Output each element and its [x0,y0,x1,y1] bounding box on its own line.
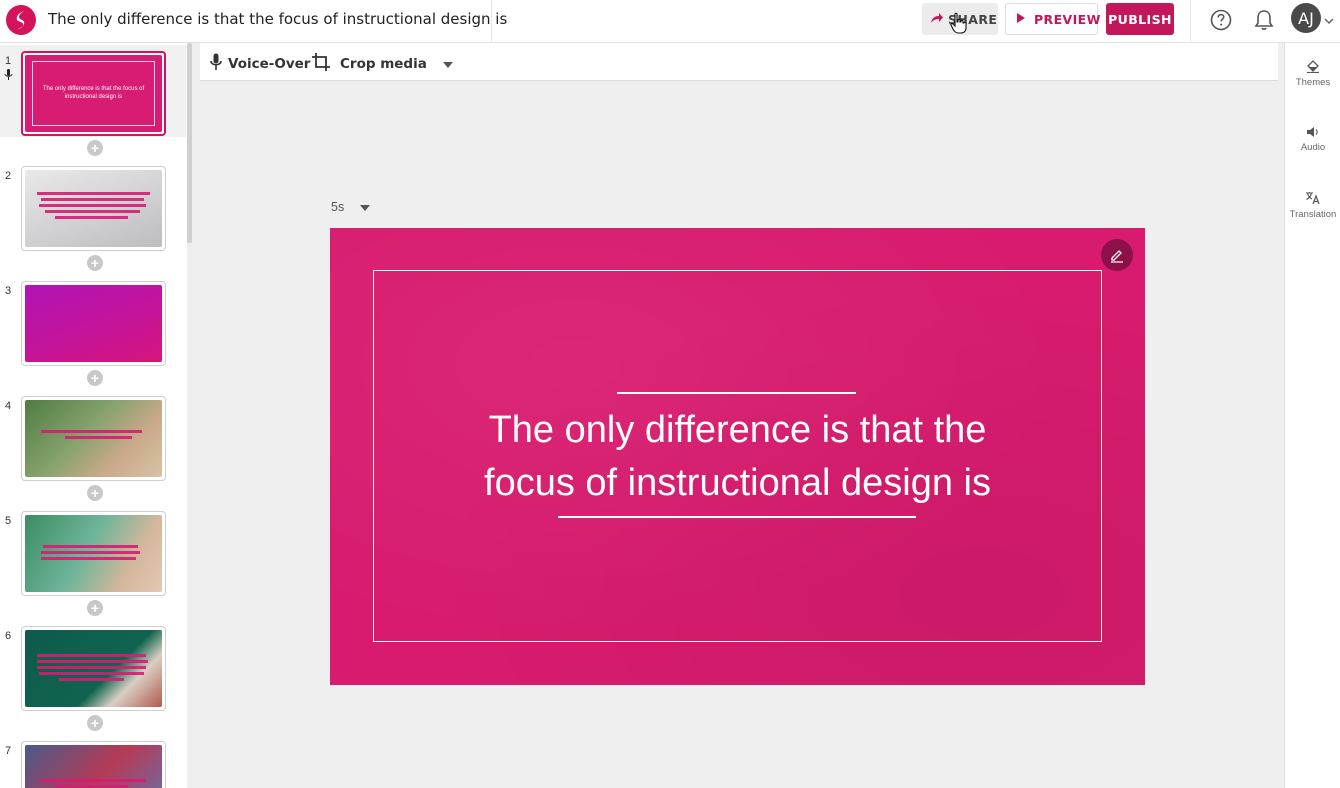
caret-down-icon [360,200,371,214]
slide-preview [25,400,162,477]
crop-media-label: Crop media [340,56,427,72]
add-slide-button[interactable]: + [87,600,103,616]
slide-preview [25,515,162,592]
bell-icon[interactable] [1251,7,1277,33]
paint-bucket-icon [1285,59,1340,73]
slide-thumb-frame [21,396,166,481]
top-bar: The only difference is that the focus of… [0,0,1340,43]
crop-icon [312,53,330,75]
slide-thumbnail[interactable]: 2 [0,160,186,252]
slide-thumbnail[interactable]: 4 [0,390,186,482]
add-slide-button[interactable]: + [87,370,103,386]
slide-thumbnail[interactable]: 5 [0,505,186,597]
translation-label: Translation [1289,209,1337,220]
slide-thumb-frame [21,511,166,596]
themes-label: Themes [1295,77,1331,88]
slide-thumbnail[interactable]: 6 [0,620,186,712]
document-title[interactable]: The only difference is that the focus of… [48,10,507,28]
duration-value: 5s [331,200,345,214]
microphone-icon [210,53,222,75]
slide-list: 1 The only difference is that the focus … [0,43,187,788]
right-panel: Themes Audio Translation [1284,43,1340,788]
slide-preview [25,745,162,788]
app-logo-icon[interactable] [6,5,36,35]
slide-list-scrollbar[interactable] [187,43,192,243]
decorative-line [558,516,916,518]
slide-text[interactable]: The only difference is that the focus of… [450,404,1025,510]
slide-thumb-frame [21,741,166,788]
speaker-icon [1285,126,1340,138]
slide-number: 6 [5,630,12,642]
decorative-line [617,392,856,394]
crop-media-button[interactable]: Crop media [312,53,453,75]
microphone-icon [4,68,13,86]
add-slide-button[interactable]: + [87,715,103,731]
preview-button[interactable]: PREVIEW [1005,3,1101,35]
audio-label: Audio [1300,142,1326,153]
slide-preview [25,630,162,707]
slide-preview [25,170,162,247]
editor-toolbar: Voice-Over Crop media [200,43,1278,81]
edit-icon[interactable] [1101,239,1133,271]
caret-down-icon[interactable] [442,56,453,72]
play-icon [1016,12,1026,27]
translate-icon [1285,191,1340,205]
share-arrow-icon [930,12,944,27]
publish-button[interactable]: PUBLISH [1106,3,1174,35]
slide-thumbnail[interactable]: 7 [0,735,186,788]
slide-number: 5 [5,515,12,527]
slide-number: 1 [5,55,12,67]
audio-button[interactable]: Audio [1285,126,1340,153]
add-slide-button[interactable]: + [87,485,103,501]
divider [491,0,492,43]
chevron-down-icon[interactable] [1324,12,1334,30]
slide-number: 4 [5,400,12,412]
add-slide-button[interactable]: + [87,255,103,271]
hand-cursor-icon [949,12,967,39]
slide-thumb-frame [21,626,166,711]
slide-thumb-text: The only difference is that the focus of… [42,86,145,100]
avatar[interactable]: AJ [1291,3,1321,33]
slide-thumb-frame [21,166,166,251]
translation-button[interactable]: Translation [1285,191,1340,220]
slide-number: 2 [5,170,12,182]
help-icon[interactable] [1208,7,1234,33]
slide-number: 7 [5,745,12,757]
voice-over-label: Voice-Over [228,56,311,72]
duration-selector[interactable]: 5s [331,200,371,214]
preview-label: PREVIEW [1034,11,1101,27]
slide-number: 3 [5,285,12,297]
slide-thumbnail[interactable]: 1 The only difference is that the focus … [0,45,186,137]
add-slide-button[interactable]: + [87,140,103,156]
themes-button[interactable]: Themes [1285,59,1340,88]
slide-canvas[interactable]: The only difference is that the focus of… [330,228,1145,685]
slide-preview [25,285,162,362]
slide-thumb-frame: The only difference is that the focus of… [21,51,166,136]
slide-preview: The only difference is that the focus of… [25,55,162,132]
slide-thumb-frame [21,281,166,366]
slide-thumbnail[interactable]: 3 [0,275,186,367]
voice-over-button[interactable]: Voice-Over [210,53,310,75]
divider [1190,0,1191,43]
